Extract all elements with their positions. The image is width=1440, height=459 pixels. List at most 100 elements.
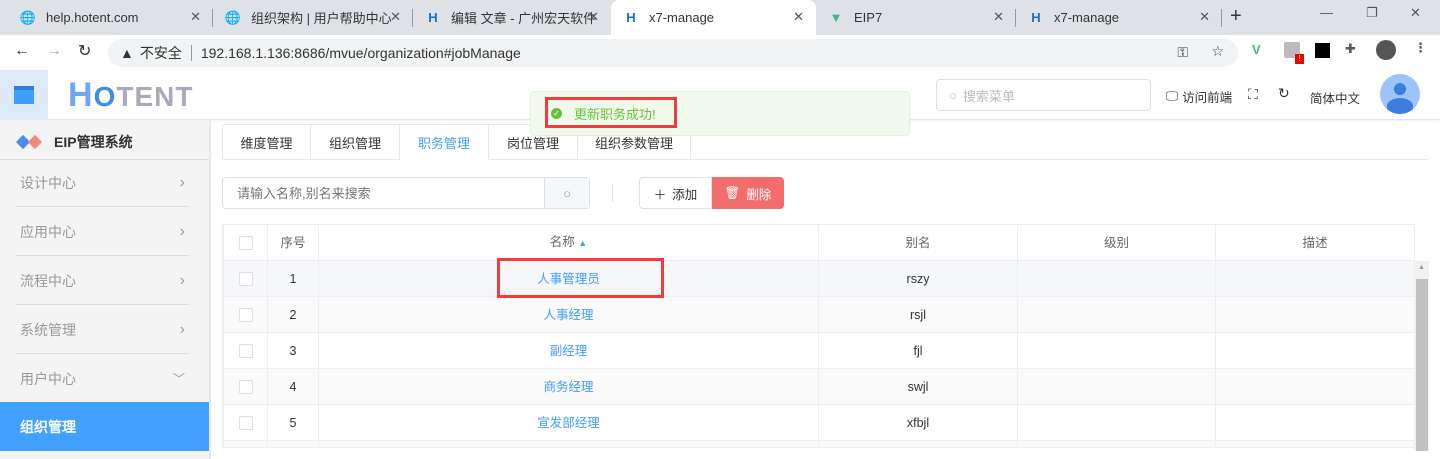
chevron-right-icon: › (179, 173, 185, 191)
close-tab-icon[interactable]: ✕ (390, 9, 401, 25)
search-icon: ○ (949, 87, 957, 103)
browser-tab[interactable]: 🌐 help.hotent.com ✕ (8, 0, 213, 35)
star-icon[interactable]: ☆ (1211, 43, 1224, 60)
system-logo-icon (27, 134, 43, 150)
sidebar-item-system-management[interactable]: 系统管理 › (0, 305, 209, 354)
delete-button[interactable]: 🗑 删除 (712, 177, 784, 209)
scrollbar-thumb[interactable] (1416, 279, 1428, 451)
search-button[interactable]: ○ (544, 178, 589, 208)
close-tab-icon[interactable]: ✕ (993, 9, 1004, 25)
key-icon[interactable]: ⚿ (1177, 44, 1188, 61)
close-tab-icon[interactable]: ✕ (1199, 9, 1210, 25)
browser-tab[interactable]: H 编辑 文章 - 广州宏天软件 ✕ (413, 0, 611, 35)
cell-level (1017, 404, 1216, 441)
extension-icon[interactable]: ! (1284, 42, 1304, 64)
select-all-checkbox[interactable] (238, 235, 253, 250)
sidebar-item-user-center[interactable]: 用户中心 ﹀ (0, 354, 209, 403)
row-checkbox[interactable] (238, 307, 253, 322)
language-select[interactable]: 简体中文 (1310, 88, 1360, 107)
address-bar-row: ← → ↻ ▲ 不安全 192.168.1.136:8686/mvue/orga… (0, 35, 1440, 70)
cell-alias: xfbjl (818, 404, 1018, 441)
cell-desc (1215, 404, 1415, 441)
sidebar-item-org-management[interactable]: 组织管理 (0, 402, 209, 451)
back-icon[interactable]: ← (14, 42, 30, 60)
row-checkbox[interactable] (238, 415, 253, 430)
cell-alias: rsjl (818, 296, 1018, 333)
cell-name-link[interactable]: 商务经理 (543, 380, 593, 394)
cell-desc (1215, 296, 1415, 333)
logo: HOTENT (68, 76, 194, 114)
cell-level (1017, 296, 1216, 333)
browser-tab-active[interactable]: Hx7-manage ✕ (611, 0, 816, 35)
menu-search-input[interactable]: ○ 搜索菜单 (936, 79, 1151, 111)
browser-tab[interactable]: ▼ EIP7 ✕ (816, 0, 1016, 35)
warning-icon: ▲ (120, 45, 134, 61)
menu-toggle-button[interactable] (0, 70, 48, 120)
browser-tab[interactable]: Hx7-manage ✕ (1016, 0, 1222, 35)
table-row[interactable]: 1 人事管理员 rszy (223, 260, 1415, 297)
visit-frontend-link[interactable]: 🖵 访问前端 (1166, 87, 1232, 106)
minimize-button[interactable]: — (1320, 5, 1333, 20)
header-desc: 描述 (1215, 224, 1415, 261)
search-icon: ○ (563, 185, 571, 201)
sidebar-item-app-center[interactable]: 应用中心 › (0, 207, 209, 256)
vue-devtools-icon[interactable]: V (1252, 42, 1261, 57)
tab-dimension[interactable]: 维度管理 (222, 124, 311, 160)
new-tab-button[interactable]: + (1230, 5, 1242, 28)
profile-icon[interactable] (1376, 40, 1396, 60)
forward-icon[interactable]: → (46, 42, 62, 60)
cell-name-link[interactable]: 副经理 (550, 344, 588, 358)
highlight-box (545, 97, 677, 128)
cell-desc (1215, 260, 1415, 297)
cell-name-link[interactable]: 宣发部经理 (537, 416, 600, 430)
reload-icon[interactable]: ↻ (78, 41, 91, 61)
highlight-box (497, 258, 664, 298)
sidebar-title: EIP管理系统 (15, 132, 133, 152)
close-tab-icon[interactable]: ✕ (793, 9, 804, 25)
close-tab-icon[interactable]: ✕ (190, 9, 201, 25)
table-row[interactable]: 2 人事经理 rsjl (223, 296, 1415, 333)
sidebar: EIP管理系统 设计中心 › 应用中心 › 流程中心 › 系统管理 › 用户中心 ﹀ 组织… (0, 120, 211, 459)
add-button[interactable]: ＋添加 (639, 177, 712, 209)
close-tab-icon[interactable]: ✕ (588, 9, 599, 25)
trash-icon: 🗑 (724, 185, 741, 200)
sort-icon[interactable]: ▲ (578, 238, 587, 248)
sidebar-item-flow-center[interactable]: 流程中心 › (0, 256, 209, 305)
header-alias: 别名 (818, 224, 1018, 261)
browser-tab[interactable]: 🌐 组织架构 | 用户帮助中心 ✕ (213, 0, 413, 35)
sidebar-item-design-center[interactable]: 设计中心 › (0, 158, 209, 207)
hotent-icon: H (1031, 10, 1041, 25)
table-row[interactable]: 5 宣发部经理 xfbjl (223, 404, 1415, 441)
tab-organization[interactable]: 组织管理 (311, 124, 400, 160)
menu-icon[interactable]: ⋮ (1414, 40, 1427, 56)
scroll-up-icon[interactable]: ▲ (1418, 264, 1425, 272)
puzzle-icon[interactable]: ✚ (1345, 41, 1356, 57)
job-table: 序号 名称 ▲ 别名 级别 描述 1 人事管理员 rszy 2 人事经理 rsj… (222, 224, 1429, 451)
cell-alias: swjl (818, 368, 1018, 405)
restore-button[interactable]: ❐ (1366, 5, 1378, 21)
cell-name-link[interactable]: 人事经理 (543, 308, 593, 322)
cell-level (1017, 332, 1216, 369)
row-checkbox[interactable] (238, 271, 253, 286)
tab-job[interactable]: 职务管理 (400, 124, 489, 160)
row-checkbox[interactable] (238, 343, 253, 358)
avatar[interactable] (1380, 74, 1420, 114)
table-row[interactable]: 3 副经理 fjl (223, 332, 1415, 369)
cell-alias: fjl (818, 332, 1018, 369)
table-row[interactable]: 4 商务经理 swjl (223, 368, 1415, 405)
chevron-right-icon: › (179, 320, 185, 338)
extension-icon[interactable] (1315, 43, 1330, 58)
table-header-row: 序号 名称 ▲ 别名 级别 描述 (223, 224, 1415, 261)
hotent-icon: H (428, 10, 438, 25)
row-checkbox[interactable] (238, 379, 253, 394)
header-no: 序号 (267, 224, 319, 261)
header-name[interactable]: 名称 ▲ (318, 224, 819, 261)
refresh-icon[interactable]: ↻ (1278, 85, 1290, 102)
scrollbar[interactable]: ▲ (1414, 261, 1429, 451)
table-row[interactable] (223, 440, 1415, 448)
url-bar[interactable]: ▲ 不安全 192.168.1.136:8686/mvue/organizati… (108, 39, 1238, 67)
job-search-input[interactable] (223, 178, 544, 208)
close-window-button[interactable]: ✕ (1410, 5, 1421, 21)
cell-no: 4 (267, 368, 319, 405)
fullscreen-icon[interactable]: ⛶ (1248, 86, 1258, 103)
